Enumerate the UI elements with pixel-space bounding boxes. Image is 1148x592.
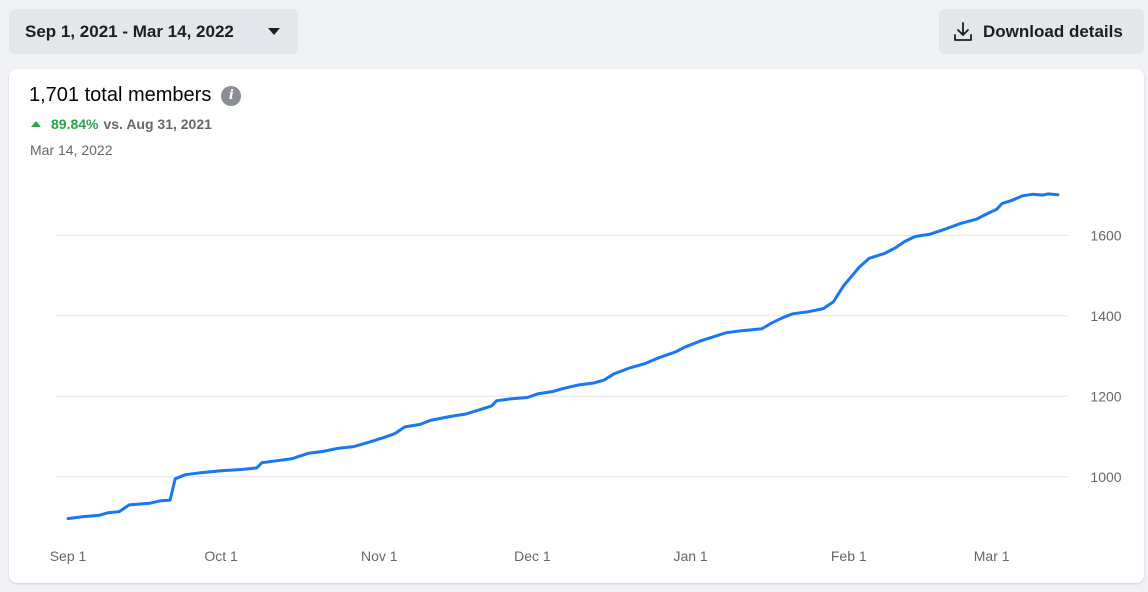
x-tick-label: Nov 1 xyxy=(361,548,398,564)
y-tick-label: 1200 xyxy=(1090,388,1121,404)
x-tick-label: Mar 1 xyxy=(974,548,1010,564)
y-tick-label: 1000 xyxy=(1090,469,1121,485)
x-tick-label: Jan 1 xyxy=(673,548,707,564)
members-line-chart: 1000 1200 1400 1600 Sep 1 Oct 1 Nov 1 Dec 1 Jan … xyxy=(50,192,1122,564)
members-series-line xyxy=(66,192,1060,521)
x-tick-label: Oct 1 xyxy=(204,548,238,564)
x-tick-label: Feb 1 xyxy=(831,548,867,564)
y-tick-label: 1600 xyxy=(1090,227,1121,243)
y-tick-label: 1400 xyxy=(1090,308,1121,324)
x-tick-label: Dec 1 xyxy=(514,548,551,564)
x-tick-label: Sep 1 xyxy=(50,548,87,564)
